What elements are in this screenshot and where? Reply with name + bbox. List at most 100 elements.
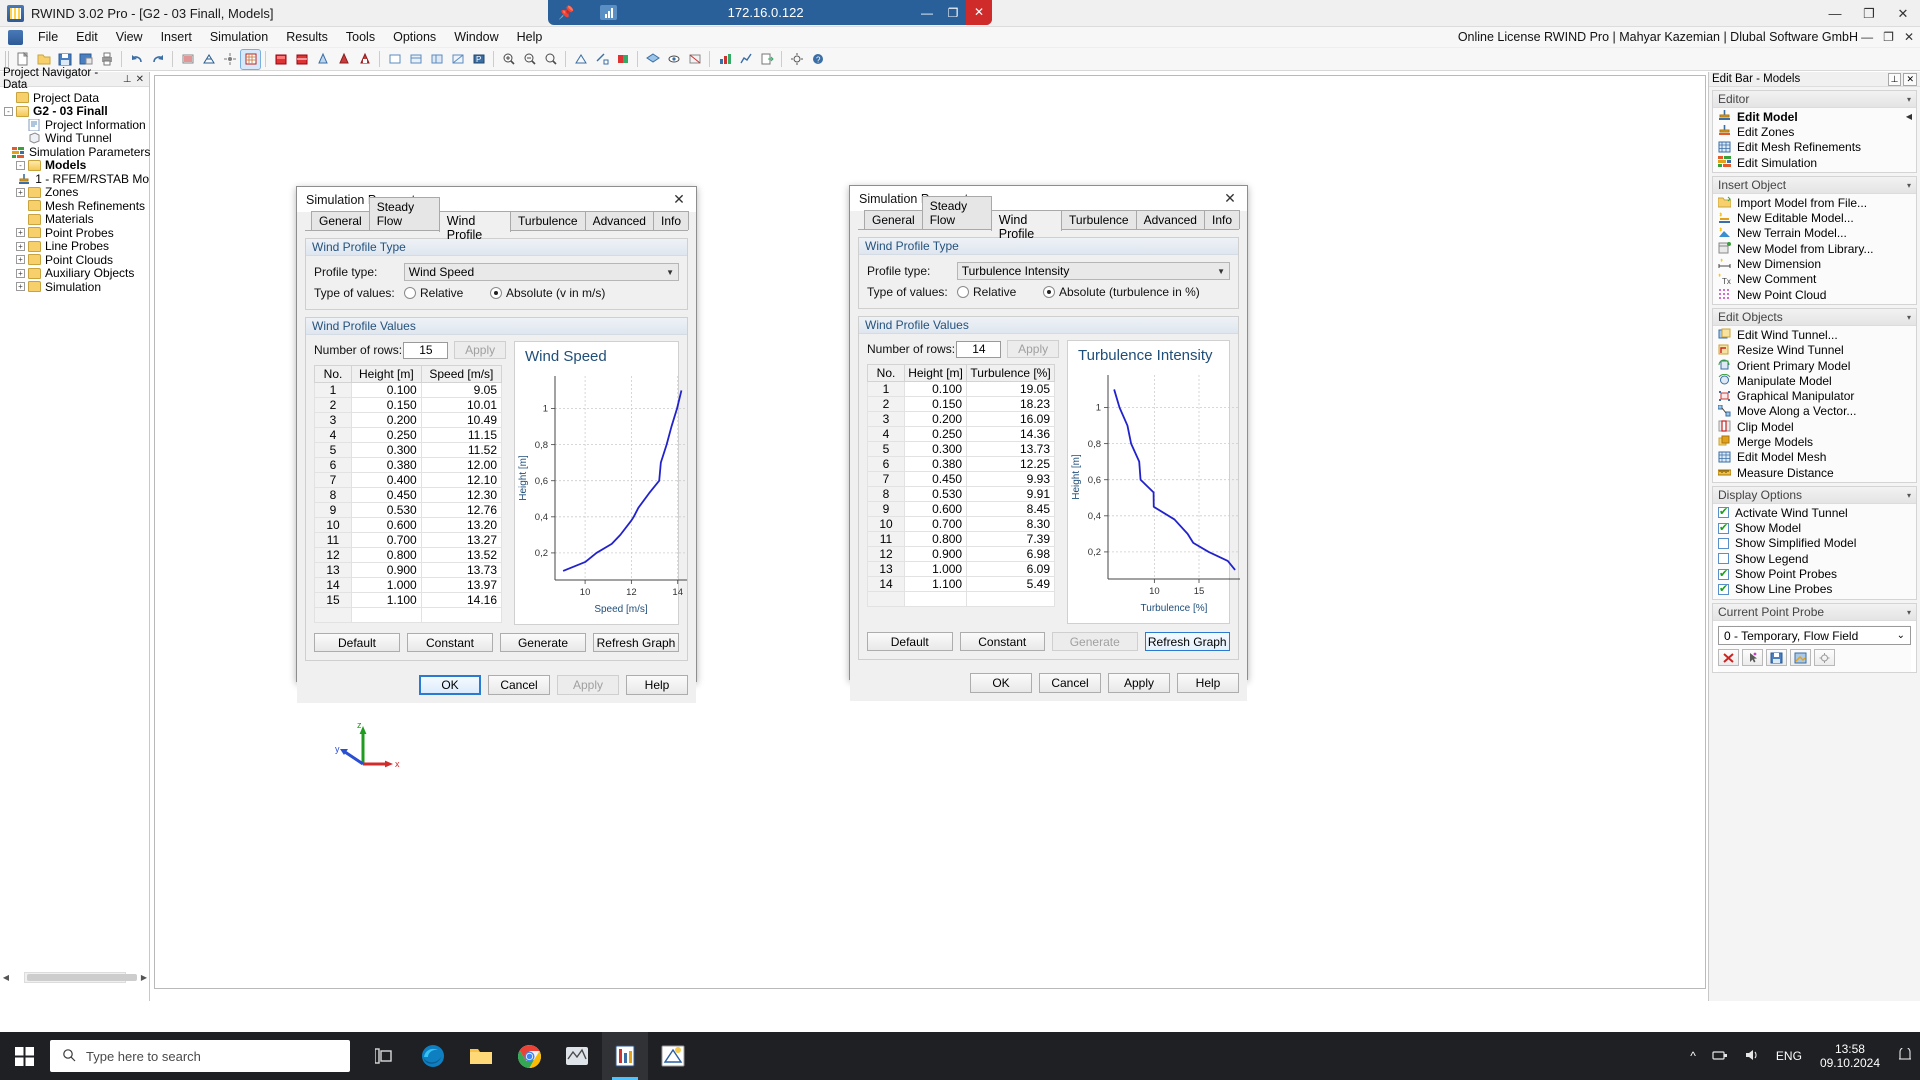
menu-insert[interactable]: Insert (152, 28, 201, 46)
close-icon[interactable]: ✕ (134, 74, 146, 85)
tree-item-simulation-parameters[interactable]: Simulation Parameters (0, 145, 150, 159)
tree-expander[interactable]: + (16, 187, 25, 197)
cell-height[interactable]: 0.250 (903, 426, 968, 442)
table-row[interactable]: 1 0.100 19.05 (867, 381, 1055, 397)
table-row[interactable]: 5 0.300 11.52 (314, 442, 503, 458)
tree-expander[interactable]: - (4, 106, 13, 116)
cell-value[interactable]: 13.97 (420, 577, 503, 593)
menu-help[interactable]: Help (508, 28, 552, 46)
tab-general[interactable]: General (864, 210, 923, 229)
tree-item-project-data[interactable]: Project Data (0, 91, 149, 105)
display-option-show-model[interactable]: Show Model (1713, 521, 1916, 536)
cell-value[interactable]: 9.05 (420, 382, 503, 398)
tab-wind-profile[interactable]: Wind Profile (990, 210, 1063, 241)
checkbox[interactable] (1718, 567, 1729, 580)
tab-turbulence[interactable]: Turbulence (510, 211, 586, 230)
cell-value[interactable]: 7.39 (966, 531, 1055, 547)
column-header[interactable]: Height [m] (351, 365, 422, 383)
save-icon[interactable] (55, 50, 74, 69)
minimize-button[interactable]: — (1818, 0, 1852, 27)
cell-value[interactable]: 6.98 (966, 546, 1055, 562)
tree-expander[interactable]: + (16, 241, 25, 251)
pin-icon[interactable]: ⊥ (1887, 72, 1902, 86)
table-row[interactable]: 4 0.250 11.15 (314, 427, 503, 443)
cell-height[interactable]: 0.200 (903, 411, 968, 427)
tree-expander[interactable]: - (16, 160, 25, 170)
editbar-item-new-point-cloud[interactable]: New Point Cloud (1713, 287, 1916, 302)
checkbox[interactable] (1718, 553, 1729, 565)
view-top-icon[interactable] (406, 50, 425, 69)
cancel-button[interactable]: Cancel (1039, 673, 1101, 693)
cell-value[interactable]: 12.25 (966, 456, 1055, 472)
relative-radio[interactable] (957, 286, 969, 298)
editbar-item-new-model-from-library[interactable]: New Model from Library... (1713, 241, 1916, 256)
help-button[interactable]: Help (626, 675, 688, 695)
table-row[interactable]: 10 0.700 8.30 (867, 516, 1055, 532)
cell-height[interactable]: 0.900 (351, 562, 422, 578)
chevron-down-icon[interactable]: ▾ (1907, 181, 1911, 190)
cell-value[interactable]: 10.49 (420, 412, 503, 428)
apply-button[interactable]: Apply (1108, 673, 1170, 693)
apply-button[interactable]: Apply (557, 675, 619, 695)
cell-value[interactable]: 11.52 (420, 442, 503, 458)
menu-options[interactable]: Options (384, 28, 445, 46)
cell-value[interactable]: 10.01 (420, 397, 503, 413)
table-row[interactable]: 7 0.400 12.10 (314, 472, 503, 488)
table-row[interactable]: 12 0.800 13.52 (314, 547, 503, 563)
cell-height[interactable]: 0.700 (903, 516, 968, 532)
table-row[interactable]: 2 0.150 18.23 (867, 396, 1055, 412)
tree-item-project-information[interactable]: Project Information (0, 118, 149, 132)
layers-icon[interactable] (643, 50, 662, 69)
cell-value[interactable]: 12.10 (420, 472, 503, 488)
section-header[interactable]: Insert Object ▾ (1713, 177, 1916, 195)
toolbar-grip[interactable] (5, 51, 9, 67)
tree-expander[interactable]: + (16, 255, 25, 265)
print-icon[interactable] (97, 50, 116, 69)
cell-height[interactable]: 0.600 (351, 517, 422, 533)
editbar-item-edit-zones[interactable]: Edit Zones (1713, 124, 1916, 139)
model-building2-icon[interactable] (355, 50, 374, 69)
cell-value[interactable]: 14.16 (420, 592, 503, 608)
view-front-icon[interactable] (385, 50, 404, 69)
cell-height[interactable]: 0.250 (351, 427, 422, 443)
close-icon[interactable]: ✕ (1219, 189, 1241, 209)
editbar-item-measure-distance[interactable]: Measure Distance (1713, 465, 1916, 480)
tab-general[interactable]: General (311, 211, 370, 230)
pin-icon[interactable]: 📌 (558, 5, 574, 21)
editbar-item-edit-mesh-refinements[interactable]: Edit Mesh Refinements (1713, 140, 1916, 155)
cell-value[interactable]: 19.05 (966, 381, 1055, 397)
mesh-icon[interactable] (199, 50, 218, 69)
editbar-item-orient-primary-model[interactable]: Orient Primary Model (1713, 358, 1916, 373)
view-side-icon[interactable] (427, 50, 446, 69)
cell-height[interactable]: 0.200 (351, 412, 422, 428)
remote-close-button[interactable]: ✕ (966, 0, 992, 25)
cell-height[interactable]: 1.000 (903, 561, 968, 577)
table-row[interactable]: 3 0.200 10.49 (314, 412, 503, 428)
tree-item-line-probes[interactable]: + Line Probes (0, 239, 149, 253)
export-icon[interactable] (757, 50, 776, 69)
editbar-item-edit-wind-tunnel[interactable]: Edit Wind Tunnel... (1713, 327, 1916, 342)
cell-height[interactable]: 1.100 (351, 592, 422, 608)
display-option-show-simplified-model[interactable]: Show Simplified Model (1713, 536, 1916, 551)
cell-height[interactable]: 0.900 (903, 546, 968, 562)
tree-item-auxiliary-objects[interactable]: + Auxiliary Objects (0, 266, 149, 280)
grid-icon[interactable] (240, 48, 261, 70)
cell-height[interactable]: 0.150 (351, 397, 422, 413)
table-row[interactable]: 11 0.700 13.27 (314, 532, 503, 548)
cell-height[interactable]: 0.100 (351, 382, 422, 398)
editbar-item-import-model-from-file[interactable]: Import Model from File... (1713, 195, 1916, 210)
display-option-show-line-probes[interactable]: Show Line Probes (1713, 582, 1916, 597)
editbar-item-manipulate-model[interactable]: Manipulate Model (1713, 373, 1916, 388)
table-row[interactable]: 9 0.600 8.45 (867, 501, 1055, 517)
table-row[interactable]: 5 0.300 13.73 (867, 441, 1055, 457)
tree-item-models[interactable]: - Models (0, 158, 149, 172)
dialog-titlebar[interactable]: Simulation Parameters ✕ (850, 186, 1247, 211)
chevron-down-icon[interactable]: ▾ (1907, 491, 1911, 500)
table-row[interactable]: 4 0.250 14.36 (867, 426, 1055, 442)
tree-item-wind-tunnel[interactable]: Wind Tunnel (0, 131, 149, 145)
default-button[interactable]: Default (314, 633, 400, 652)
tree-item-zones[interactable]: + Zones (0, 185, 149, 199)
cell-height[interactable]: 0.380 (903, 456, 968, 472)
editbar-item-clip-model[interactable]: Clip Model (1713, 419, 1916, 434)
cell-height[interactable]: 0.700 (351, 532, 422, 548)
